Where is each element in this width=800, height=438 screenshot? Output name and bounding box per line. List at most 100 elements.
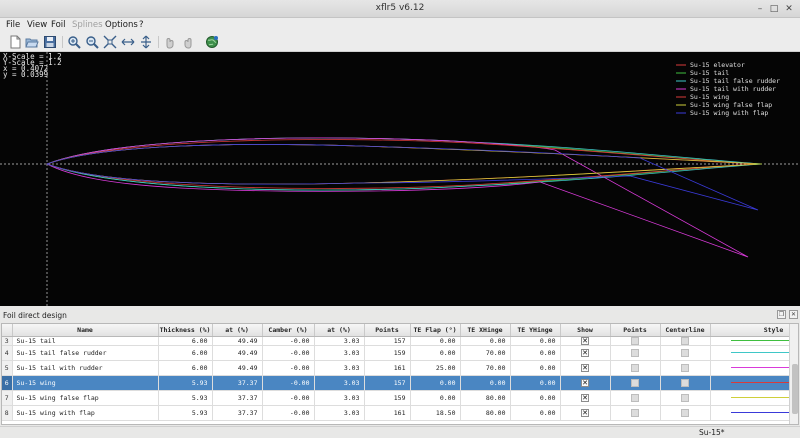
table-cell-name[interactable]: Su-15 tail false rudder — [12, 345, 159, 361]
header-te-yhinge[interactable]: TE YHinge — [510, 324, 561, 337]
table-cell-te-yhinge[interactable]: 0.00 — [510, 345, 561, 361]
table-cell-thickness-at[interactable]: 37.37 — [212, 405, 263, 421]
header-camber-at[interactable]: at (%) — [314, 324, 365, 337]
show-points-checkbox[interactable] — [631, 378, 639, 387]
table-cell-camber[interactable]: -0.00 — [262, 360, 315, 376]
foil-plot-canvas[interactable]: Su-15 elevator Su-15 tail Su-15 tail fal… — [0, 52, 800, 306]
table-cell-camber[interactable]: -0.00 — [262, 405, 315, 421]
header-show-points[interactable]: Points — [610, 324, 661, 337]
table-cell-thickness[interactable]: 5.93 — [158, 375, 213, 391]
table-cell-camber[interactable]: -0.00 — [262, 390, 315, 406]
centerline-checkbox[interactable] — [681, 363, 689, 372]
table-cell-te-yhinge[interactable]: 0.00 — [510, 405, 561, 421]
scrollbar-thumb[interactable] — [792, 364, 798, 414]
table-cell-te-flap[interactable]: 0.00 — [410, 336, 461, 346]
table-cell-points[interactable]: 161 — [364, 405, 411, 421]
table-cell-camber[interactable]: -0.00 — [262, 375, 315, 391]
dock-float-icon[interactable]: ❐ — [777, 310, 786, 319]
reset-x-scale-icon[interactable] — [121, 35, 135, 49]
table-cell-index[interactable]: 6 — [2, 375, 13, 391]
table-cell-thickness[interactable]: 6.00 — [158, 360, 213, 376]
zoom-in-icon[interactable] — [67, 35, 81, 49]
table-cell-style[interactable] — [710, 405, 798, 421]
header-camber[interactable]: Camber (%) — [262, 324, 315, 337]
table-cell-te-yhinge[interactable]: 0.00 — [510, 390, 561, 406]
show-checkbox[interactable]: ✕ — [581, 393, 589, 402]
table-cell-te-xhinge[interactable]: 80.00 — [460, 405, 511, 421]
table-cell-name[interactable]: Su-15 tail — [12, 336, 159, 346]
menu-help[interactable]: ? — [139, 20, 144, 30]
header-thickness[interactable]: Thickness (%) — [158, 324, 213, 337]
show-checkbox[interactable]: ✕ — [581, 363, 589, 372]
table-cell-thickness[interactable]: 6.00 — [158, 336, 213, 346]
maximize-button[interactable]: □ — [768, 3, 780, 15]
header-thickness-at[interactable]: at (%) — [212, 324, 263, 337]
open-file-icon[interactable] — [25, 35, 39, 49]
table-cell-index[interactable]: 4 — [2, 345, 13, 361]
table-row[interactable]: 3 Su-15 tail 6.00 49.49 -0.00 3.03 157 0.00 0.00… — [2, 336, 798, 346]
new-file-icon[interactable] — [8, 35, 22, 49]
table-cell-camber-at[interactable]: 3.03 — [314, 390, 365, 406]
minimize-button[interactable]: – — [754, 3, 766, 15]
table-cell-camber[interactable]: -0.00 — [262, 345, 315, 361]
table-cell-thickness[interactable]: 5.93 — [158, 405, 213, 421]
table-cell-index[interactable]: 8 — [2, 405, 13, 421]
table-cell-te-flap[interactable]: 18.50 — [410, 405, 461, 421]
table-cell-te-flap[interactable]: 25.00 — [410, 360, 461, 376]
show-checkbox[interactable]: ✕ — [581, 378, 589, 387]
table-cell-name[interactable]: Su-15 tail with rudder — [12, 360, 159, 376]
header-name[interactable]: Name — [12, 324, 159, 337]
table-cell-te-xhinge[interactable]: 0.00 — [460, 336, 511, 346]
table-cell-thickness-at[interactable]: 37.37 — [212, 375, 263, 391]
menu-view[interactable]: View — [27, 20, 47, 30]
header-points[interactable]: Points — [364, 324, 411, 337]
redo-icon[interactable] — [181, 35, 195, 49]
show-points-checkbox[interactable] — [631, 393, 639, 402]
show-points-checkbox[interactable] — [631, 363, 639, 372]
table-cell-name[interactable]: Su-15 wing with flap — [12, 405, 159, 421]
table-cell-points[interactable]: 159 — [364, 345, 411, 361]
header-te-xhinge[interactable]: TE XHinge — [460, 324, 511, 337]
table-row[interactable]: 8 Su-15 wing with flap 5.93 37.37 -0.00 3.03 1… — [2, 405, 798, 421]
show-checkbox[interactable]: ✕ — [581, 336, 589, 344]
menu-foil[interactable]: Foil — [51, 20, 66, 30]
table-cell-thickness-at[interactable]: 49.49 — [212, 360, 263, 376]
table-cell-te-xhinge[interactable]: 70.00 — [460, 360, 511, 376]
table-cell-thickness-at[interactable]: 37.37 — [212, 390, 263, 406]
table-cell-style[interactable] — [710, 336, 798, 346]
table-row[interactable]: 6 Su-15 wing 5.93 37.37 -0.00 3.03 157 0.00 0.00… — [2, 375, 798, 391]
table-cell-camber-at[interactable]: 3.03 — [314, 336, 365, 346]
save-icon[interactable] — [43, 35, 57, 49]
table-cell-camber[interactable]: -0.00 — [262, 336, 315, 346]
table-cell-te-flap[interactable]: 0.00 — [410, 345, 461, 361]
centerline-checkbox[interactable] — [681, 408, 689, 417]
show-points-checkbox[interactable] — [631, 348, 639, 357]
header-te-flap[interactable]: TE Flap (°) — [410, 324, 461, 337]
table-cell-camber-at[interactable]: 3.03 — [314, 345, 365, 361]
table-row[interactable]: 4 Su-15 tail false rudder 6.00 49.49 -0.00 3.… — [2, 345, 798, 361]
table-cell-te-xhinge[interactable]: 80.00 — [460, 390, 511, 406]
table-cell-style[interactable] — [710, 375, 798, 391]
table-cell-name[interactable]: Su-15 wing — [12, 375, 159, 391]
centerline-checkbox[interactable] — [681, 348, 689, 357]
table-vertical-scrollbar[interactable] — [789, 324, 798, 424]
menu-options[interactable]: Options — [105, 20, 138, 30]
zoom-out-icon[interactable] — [85, 35, 99, 49]
table-cell-te-xhinge[interactable]: 70.00 — [460, 345, 511, 361]
table-cell-thickness[interactable]: 6.00 — [158, 345, 213, 361]
show-points-checkbox[interactable] — [631, 408, 639, 417]
table-cell-te-xhinge[interactable]: 0.00 — [460, 375, 511, 391]
menu-file[interactable]: File — [6, 20, 20, 30]
table-cell-points[interactable]: 159 — [364, 390, 411, 406]
table-row[interactable]: 7 Su-15 wing false flap 5.93 37.37 -0.00 3.03… — [2, 390, 798, 406]
dock-close-icon[interactable]: ✕ — [789, 310, 798, 319]
table-cell-camber-at[interactable]: 3.03 — [314, 405, 365, 421]
table-cell-te-yhinge[interactable]: 0.00 — [510, 360, 561, 376]
table-cell-thickness-at[interactable]: 49.49 — [212, 345, 263, 361]
table-cell-style[interactable] — [710, 360, 798, 376]
table-cell-te-yhinge[interactable]: 0.00 — [510, 375, 561, 391]
table-cell-te-flap[interactable]: 0.00 — [410, 375, 461, 391]
close-button[interactable]: ✕ — [783, 3, 795, 15]
table-cell-index[interactable]: 3 — [2, 336, 13, 346]
reset-view-icon[interactable] — [103, 35, 117, 49]
